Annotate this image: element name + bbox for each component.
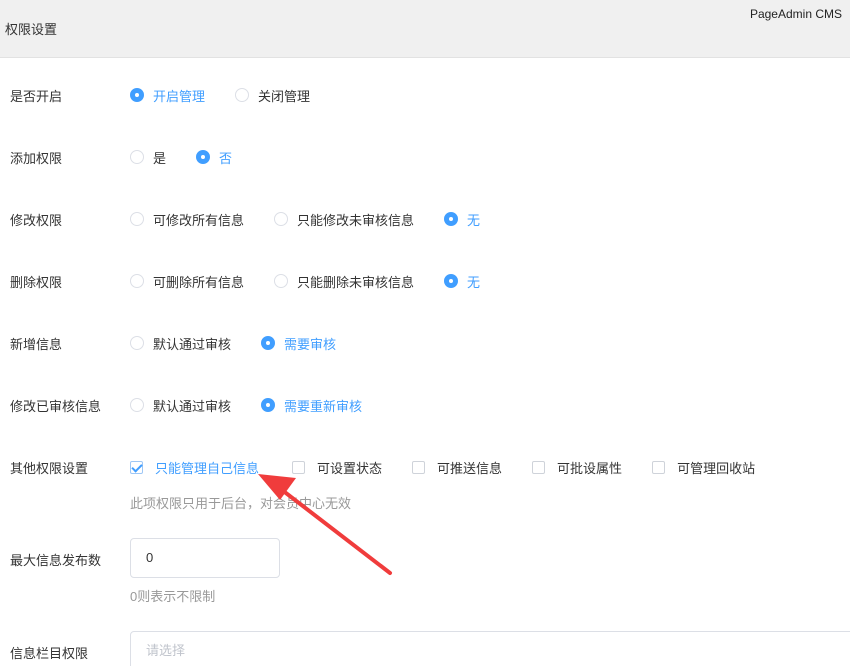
radio-icon-selected[interactable] [261,398,276,412]
checkbox-icon[interactable] [532,460,546,474]
radio-label: 默认通过审核 [153,336,232,352]
radio-label: 可修改所有信息 [153,212,245,228]
radio-icon[interactable] [130,274,144,288]
checkbox-label: 只能管理自己信息 [155,460,260,476]
max-publish-input[interactable]: 0 [130,538,280,578]
radio-option-delete-unreviewed[interactable]: 只能删除未审核信息 [274,272,414,291]
checkbox-label: 可批设属性 [557,460,623,476]
radio-group: 默认通过审核 需要审核 [130,331,366,355]
radio-option-auto-approve[interactable]: 默认通过审核 [130,396,231,415]
checkbox-option-manage-recycle-bin[interactable]: 可管理回收站 [652,458,755,477]
radio-label: 需要重新审核 [284,398,363,414]
radio-option-require-review[interactable]: 需要审核 [261,334,336,353]
radio-option-delete-all[interactable]: 可删除所有信息 [130,272,244,291]
radio-icon[interactable] [130,150,144,164]
row-label: 修改已审核信息 [10,399,102,414]
radio-icon-selected[interactable] [261,336,276,350]
row-new-info: 新增信息 默认通过审核 需要审核 [0,331,850,355]
row-edit-permission: 修改权限 可修改所有信息 只能修改未审核信息 无 [0,207,850,231]
radio-option-edit-none[interactable]: 无 [444,210,480,229]
checkbox-label: 可设置状态 [317,460,383,476]
checkbox-label: 可管理回收站 [677,460,756,476]
radio-group: 可修改所有信息 只能修改未审核信息 无 [130,207,510,231]
checkbox-icon[interactable] [292,460,306,474]
radio-label: 关闭管理 [258,88,311,104]
row-label: 删除权限 [10,275,63,290]
row-add-permission: 添加权限 是 否 [0,145,850,169]
checkbox-group: 只能管理自己信息 可设置状态 可推送信息 可批设属性 可管理回收站 [130,455,785,479]
radio-label: 无 [467,212,481,228]
radio-option-edit-unreviewed[interactable]: 只能修改未审核信息 [274,210,414,229]
row-label: 是否开启 [10,89,63,104]
radio-option-enable-management[interactable]: 开启管理 [130,86,205,105]
radio-label: 默认通过审核 [153,398,232,414]
radio-option-disable-management[interactable]: 关闭管理 [235,86,310,105]
checkbox-icon[interactable] [412,460,426,474]
radio-icon[interactable] [274,274,289,288]
checkbox-option-own-info-only[interactable]: 只能管理自己信息 [130,458,259,477]
row-label: 新增信息 [10,337,63,352]
row-label: 最大信息发布数 [10,553,102,568]
radio-icon-selected[interactable] [130,88,144,102]
radio-icon-selected[interactable] [444,212,459,226]
radio-icon[interactable] [235,88,250,102]
radio-option-edit-all[interactable]: 可修改所有信息 [130,210,244,229]
radio-group: 开启管理 关闭管理 [130,83,340,107]
row-label: 添加权限 [10,151,63,166]
radio-icon-selected[interactable] [196,150,211,164]
checkbox-icon-checked[interactable] [130,460,143,474]
radio-label: 无 [467,274,481,290]
radio-icon[interactable] [130,212,144,226]
radio-option-yes[interactable]: 是 [130,148,166,167]
radio-group: 可删除所有信息 只能删除未审核信息 无 [130,269,510,293]
row-label: 其他权限设置 [10,461,89,476]
radio-label: 可删除所有信息 [153,274,245,290]
radio-label: 只能删除未审核信息 [297,274,415,290]
row-max-publish: 最大信息发布数 [0,547,850,571]
radio-group: 是 否 [130,145,262,169]
radio-label: 只能修改未审核信息 [297,212,415,228]
radio-icon[interactable] [274,212,289,226]
radio-option-delete-none[interactable]: 无 [444,272,480,291]
row-label: 修改权限 [10,213,63,228]
checkbox-icon[interactable] [652,460,666,474]
radio-label: 开启管理 [153,88,206,104]
radio-option-require-re-review[interactable]: 需要重新审核 [261,396,362,415]
checkbox-option-set-status[interactable]: 可设置状态 [292,458,382,477]
row-other-permissions: 其他权限设置 只能管理自己信息 可设置状态 可推送信息 可批设属性 可管理回收站 [0,455,850,479]
row-edit-reviewed: 修改已审核信息 默认通过审核 需要重新审核 [0,393,850,417]
page-title: 权限设置 [5,22,58,37]
radio-option-no[interactable]: 否 [196,148,232,167]
radio-icon-selected[interactable] [444,274,459,288]
radio-group: 默认通过审核 需要重新审核 [130,393,392,417]
radio-icon[interactable] [130,336,144,350]
checkbox-label: 可推送信息 [437,460,503,476]
radio-label: 否 [219,150,233,166]
page-header: 权限设置 PageAdmin CMS [0,0,850,58]
radio-option-auto-approve[interactable]: 默认通过审核 [130,334,231,353]
column-permission-select[interactable]: 请选择 [130,631,850,666]
checkbox-option-batch-attributes[interactable]: 可批设属性 [532,458,622,477]
row-delete-permission: 删除权限 可删除所有信息 只能删除未审核信息 无 [0,269,850,293]
max-publish-hint: 0则表示不限制 [130,589,216,604]
radio-icon[interactable] [130,398,144,412]
brand-label: PageAdmin CMS [749,7,842,21]
radio-label: 需要审核 [284,336,337,352]
other-permissions-hint: 此项权限只用于后台，对会员中心无效 [130,496,352,511]
checkbox-option-push-info[interactable]: 可推送信息 [412,458,502,477]
radio-label: 是 [153,150,167,166]
row-enable: 是否开启 开启管理 关闭管理 [0,83,850,107]
row-label: 信息栏目权限 [10,646,89,661]
